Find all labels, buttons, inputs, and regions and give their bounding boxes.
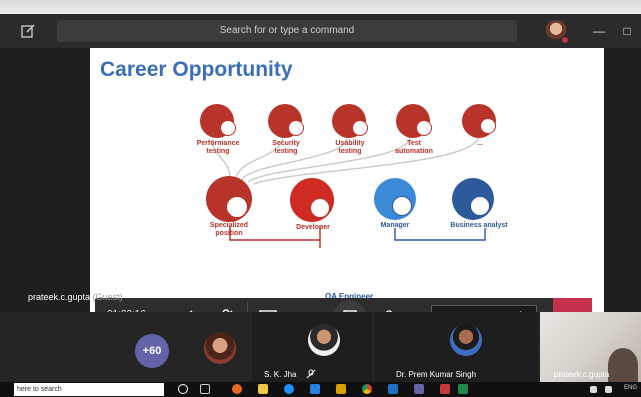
developer-label: Developer	[296, 224, 330, 231]
participants-strip: +60 S. K. Jha Dr. Prem Kumar Singh prate…	[0, 312, 641, 382]
manager-label: Manager	[380, 222, 410, 229]
network-icon[interactable]	[590, 386, 597, 393]
automation-label: Test automation	[395, 140, 433, 155]
participant-tile[interactable]	[192, 312, 250, 382]
store-icon[interactable]	[310, 384, 320, 394]
language-indicator[interactable]: ENG	[624, 385, 637, 391]
presenter-name-label: prateek.c.gupta (Guest)	[28, 292, 123, 302]
app-icon[interactable]	[440, 384, 450, 394]
search-input[interactable]: Search for or type a command	[57, 20, 517, 42]
usability-label: Usability testing	[335, 140, 365, 155]
firefox-icon[interactable]	[232, 384, 242, 394]
status-badge	[561, 36, 569, 44]
magnifier-icon	[480, 118, 496, 134]
participant-avatar	[450, 324, 482, 356]
security-label: Security testing	[272, 140, 300, 155]
participant-tile[interactable]: S. K. Jha	[252, 312, 372, 382]
participant-avatar	[308, 324, 340, 356]
mic-off-icon	[306, 369, 316, 379]
self-video-tile[interactable]: prateek.c.gupta	[540, 312, 641, 382]
lock-icon	[288, 120, 304, 136]
taskbar-search-input[interactable]: here to search	[14, 383, 164, 396]
slide-connectors	[212, 137, 486, 248]
browser-top-strip	[0, 0, 641, 14]
app-icon[interactable]	[458, 384, 468, 394]
gear-icon	[416, 120, 432, 136]
self-video-person	[608, 348, 638, 382]
stopwatch-icon	[220, 120, 236, 136]
participant-name: S. K. Jha	[264, 370, 297, 379]
teams-icon[interactable]	[414, 384, 424, 394]
specialized-label: Specialized position	[209, 222, 249, 237]
volume-icon[interactable]	[605, 386, 612, 393]
folder-icon[interactable]	[258, 384, 268, 394]
document-icon	[470, 196, 490, 216]
minimize-button[interactable]: —	[590, 22, 608, 40]
meeting-stage: Career Opportunity Performance testing S…	[0, 48, 641, 335]
shared-slide: Career Opportunity Performance testing S…	[90, 48, 604, 312]
compose-icon[interactable]	[20, 23, 36, 39]
teams-window: Search for or type a command — □ Career …	[0, 0, 641, 397]
cog-icon	[226, 196, 248, 218]
thumbs-up-icon	[352, 120, 368, 136]
cortana-icon[interactable]	[178, 384, 188, 394]
participant-avatar	[204, 332, 236, 364]
briefcase-icon	[392, 196, 412, 216]
laptop-icon	[310, 198, 330, 218]
mail-icon[interactable]	[336, 384, 346, 394]
chrome-icon[interactable]	[362, 384, 372, 394]
more-label: ...	[477, 140, 483, 147]
performance-label: Performance testing	[196, 140, 240, 155]
participant-tile[interactable]: Dr. Prem Kumar Singh	[374, 312, 538, 382]
edge-icon[interactable]	[284, 384, 294, 394]
self-name: prateek.c.gupta	[554, 370, 610, 379]
windows-taskbar: here to search ENG	[0, 382, 641, 397]
task-view-icon[interactable]	[200, 384, 210, 394]
title-bar: Search for or type a command — □	[0, 14, 641, 48]
maximize-button[interactable]: □	[618, 22, 636, 40]
overflow-count-badge[interactable]: +60	[135, 334, 169, 368]
participant-name: Dr. Prem Kumar Singh	[396, 370, 477, 379]
business-analyst-label: Business analyst	[450, 222, 508, 229]
app-icon[interactable]	[388, 384, 398, 394]
